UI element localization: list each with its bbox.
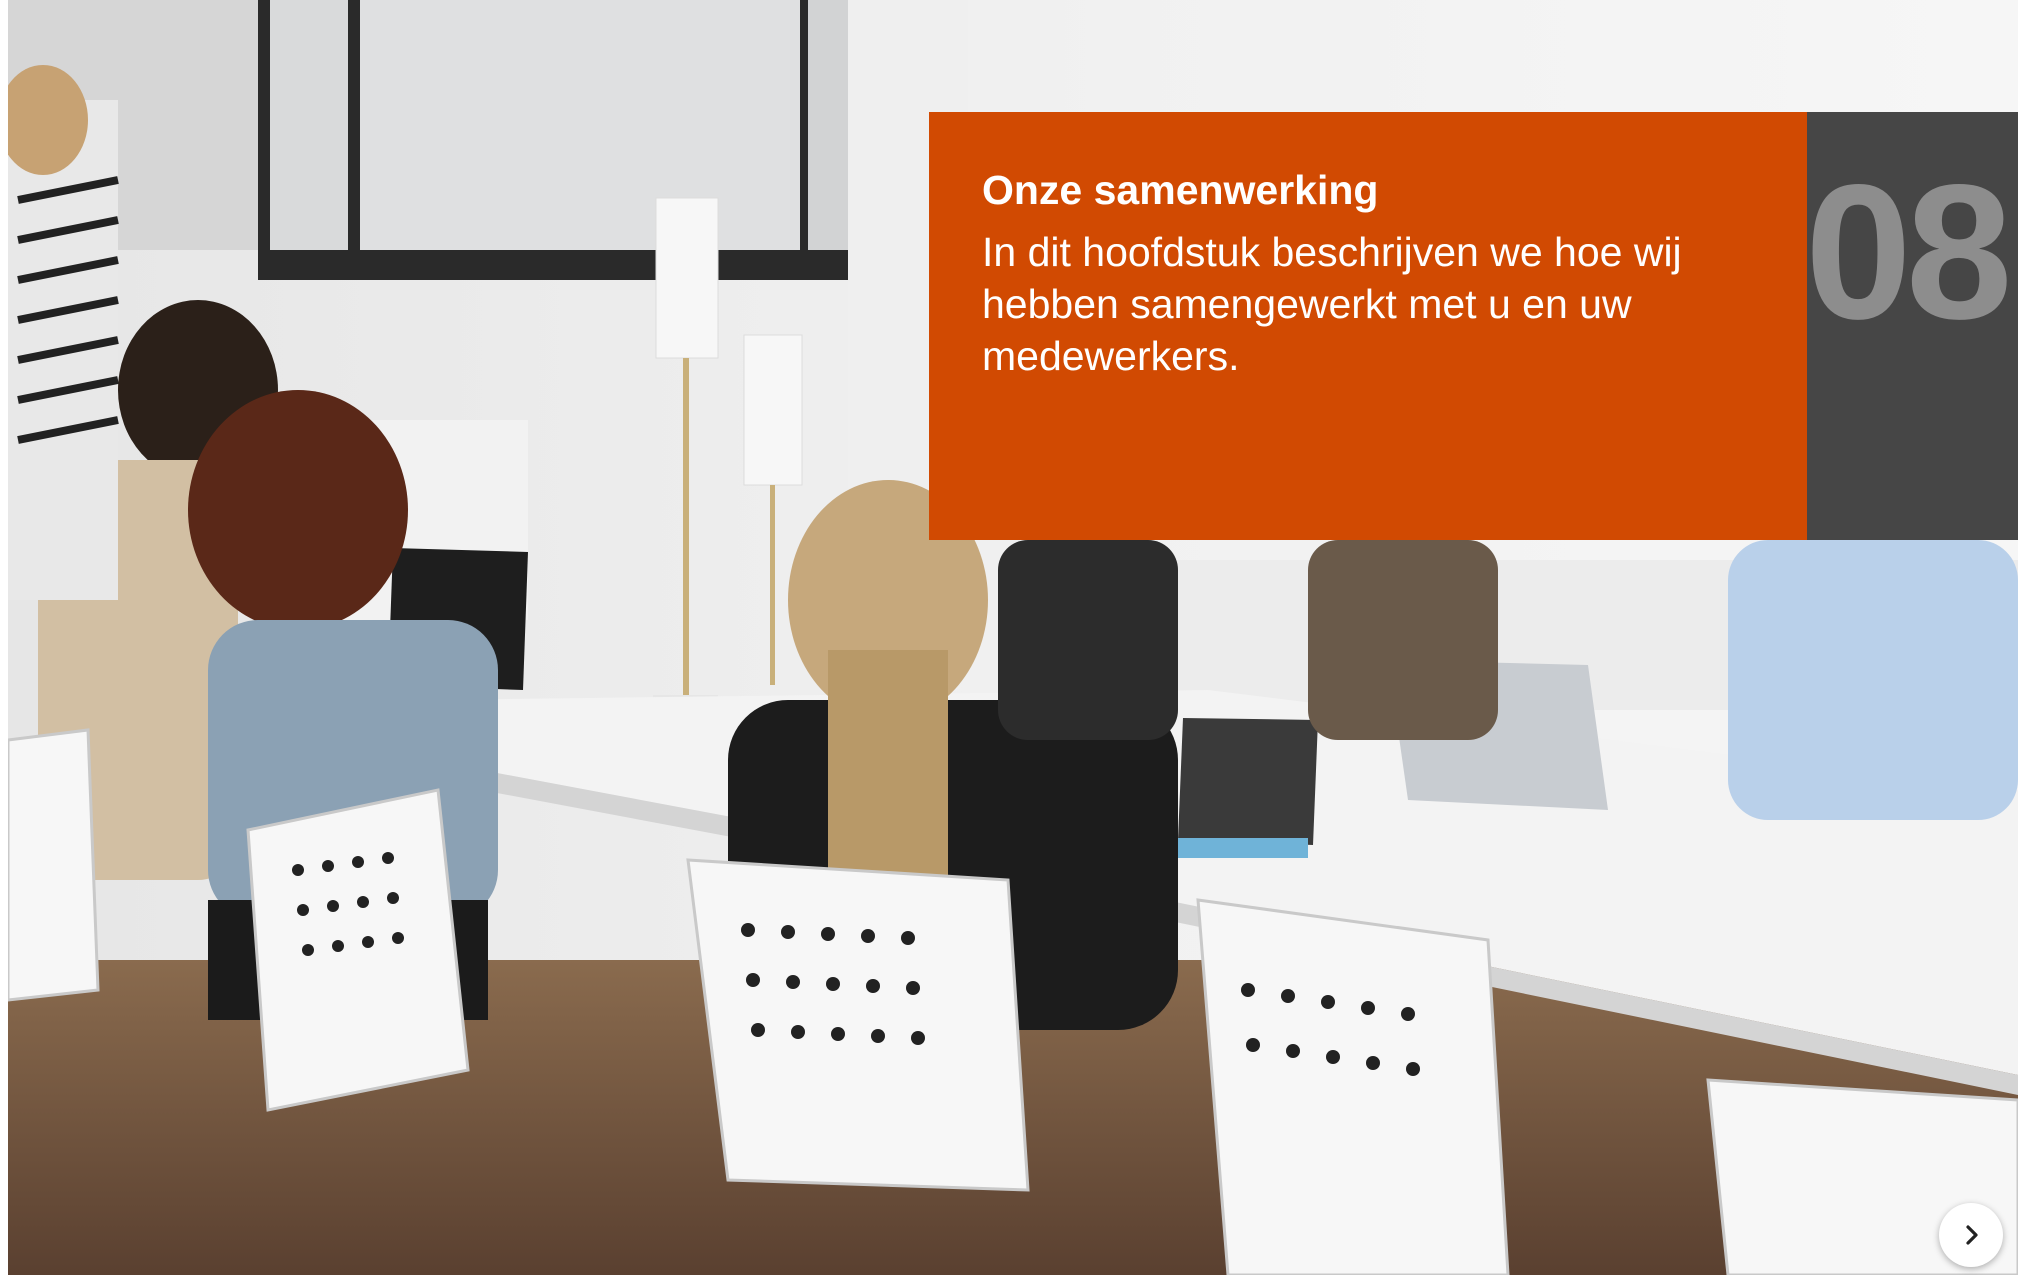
chapter-number: 08: [1807, 144, 2013, 359]
chapter-number-panel: 08: [1807, 112, 2018, 540]
chapter-title: Onze samenwerking: [982, 167, 1379, 213]
slide: Onze samenwerking In dit hoofdstuk besch…: [8, 0, 2018, 1275]
chapter-description: In dit hoofdstuk beschrijven we hoe wij …: [982, 229, 1682, 379]
chevron-right-icon: [1966, 1225, 1978, 1245]
next-slide-button[interactable]: [1939, 1203, 2003, 1267]
chapter-title-panel: Onze samenwerking In dit hoofdstuk besch…: [929, 112, 1807, 540]
